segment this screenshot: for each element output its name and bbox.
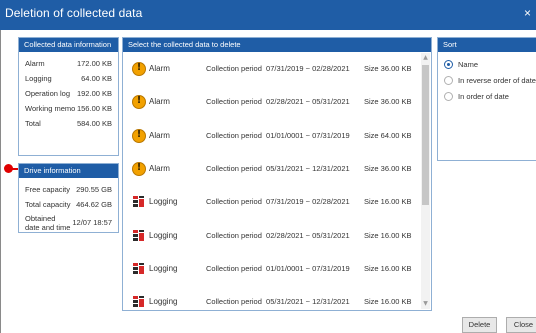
radio-selected[interactable] [444,60,453,69]
item-period: Collection period 01/01/0001 ~ 07/31/201… [206,131,350,140]
item-type: Alarm [149,97,170,106]
sort-header: Sort [438,38,536,52]
info-label: Operation log [25,89,71,98]
info-value: 464.62 GB [76,200,112,209]
collected-data-list-header: Select the collected data to delete [123,38,431,52]
info-value: 12/07 18:57 [72,218,112,227]
info-label: Working memo [25,104,76,113]
item-period: Collection period 02/28/2021 ~ 05/31/202… [206,231,350,240]
drive-info-header: Drive information [19,164,118,178]
list-item[interactable]: Alarm Collection period 05/31/2021 ~ 12/… [124,159,422,179]
scroll-up-arrow-icon[interactable]: ▲ [421,53,430,63]
item-period: Collection period 05/31/2021 ~ 12/31/202… [206,164,350,173]
alarm-warning-icon [132,129,146,143]
sort-option-label: In order of date [458,92,509,101]
collected-data-list: Alarm Collection period 07/31/2019 ~ 02/… [124,53,430,309]
info-label: Alarm [25,59,45,68]
window-title: Deletion of collected data [5,6,143,20]
item-size: Size 64.00 KB [364,131,412,140]
info-label: Obtained date and time [25,214,71,232]
info-value: 290.55 GB [76,185,112,194]
radio-unselected[interactable] [444,76,453,85]
info-value: 192.00 KB [76,89,112,98]
logging-icon [133,196,144,207]
info-value: 64.00 KB [81,74,112,83]
list-item[interactable]: Logging Collection period 05/31/2021 ~ 1… [124,292,422,309]
scroll-down-arrow-icon[interactable]: ▼ [421,299,430,309]
list-item[interactable]: Alarm Collection period 07/31/2019 ~ 02/… [124,59,422,79]
item-type: Logging [149,297,178,306]
dialog-body: Collected data information Alarm 172.00 … [0,30,536,333]
item-period: Collection period 02/28/2021 ~ 05/31/202… [206,97,350,106]
info-value: 172.00 KB [76,59,112,68]
alarm-warning-icon [132,95,146,109]
info-value: 584.00 KB [76,119,112,128]
item-size: Size 36.00 KB [364,64,412,73]
alarm-warning-icon [132,162,146,176]
item-type: Logging [149,231,178,240]
drive-info-panel: Drive information Free capacity 290.55 G… [18,163,119,233]
info-label: Logging [25,74,52,83]
item-period: Collection period 01/01/0001 ~ 07/31/201… [206,264,350,273]
item-type: Alarm [149,164,170,173]
close-window-icon[interactable]: × [524,5,536,21]
item-period: Collection period 05/31/2021 ~ 12/31/202… [206,297,350,306]
list-scrollbar[interactable]: ▲ ▼ [421,53,430,309]
item-size: Size 16.00 KB [364,231,412,240]
list-item[interactable]: Logging Collection period 07/31/2019 ~ 0… [124,192,422,212]
sort-option-label: Name [458,60,479,69]
alarm-warning-icon [132,62,146,76]
title-bar: Deletion of collected data × [0,0,536,30]
list-item[interactable]: Logging Collection period 01/01/0001 ~ 0… [124,259,422,279]
item-type: Logging [149,264,178,273]
item-period: Collection period 07/31/2019 ~ 02/28/202… [206,64,350,73]
list-item[interactable]: Alarm Collection period 01/01/0001 ~ 07/… [124,126,422,146]
delete-button[interactable]: Delete [462,317,497,333]
close-button[interactable]: Close [506,317,536,333]
list-item[interactable]: Alarm Collection period 02/28/2021 ~ 05/… [124,92,422,112]
logging-icon [133,296,144,307]
item-size: Size 16.00 KB [364,197,412,206]
item-type: Logging [149,197,178,206]
item-size: Size 36.00 KB [364,97,412,106]
sort-panel: Sort Name In reverse order of date In or… [437,37,536,161]
item-size: Size 16.00 KB [364,264,412,273]
scroll-thumb[interactable] [422,65,429,205]
logging-icon [133,230,144,241]
collected-data-info-panel: Collected data information Alarm 172.00 … [18,37,119,156]
collected-data-list-panel: Select the collected data to delete Alar… [122,37,432,311]
info-value: 156.00 KB [76,104,112,113]
collected-data-info-header: Collected data information [19,38,118,52]
info-label: Free capacity [25,185,71,194]
item-size: Size 36.00 KB [364,164,412,173]
item-size: Size 16.00 KB [364,297,412,306]
list-item[interactable]: Logging Collection period 02/28/2021 ~ 0… [124,226,422,246]
sort-option-label: In reverse order of date [458,76,536,85]
item-type: Alarm [149,131,170,140]
info-label: Total [25,119,41,128]
item-period: Collection period 07/31/2019 ~ 02/28/202… [206,197,350,206]
radio-unselected[interactable] [444,92,453,101]
logging-icon [133,263,144,274]
callout-marker-line [11,168,18,170]
info-label: Total capacity [25,200,71,209]
item-type: Alarm [149,64,170,73]
